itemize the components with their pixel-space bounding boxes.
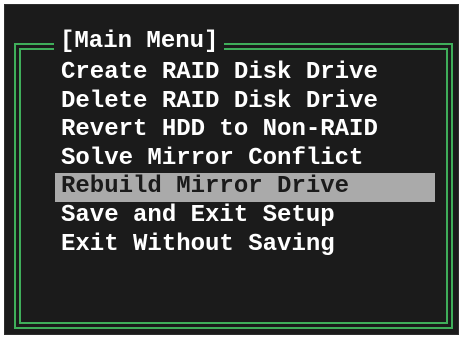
menu-item-solve-mirror-conflict[interactable]: Solve Mirror Conflict xyxy=(55,145,435,174)
menu-title: [Main Menu] xyxy=(54,25,225,59)
menu-item-exit-without-saving[interactable]: Exit Without Saving xyxy=(55,231,435,260)
menu-item-rebuild-mirror-drive[interactable]: Rebuild Mirror Drive xyxy=(55,173,435,202)
bios-screen: [Main Menu] Create RAID Disk Drive Delet… xyxy=(4,4,459,335)
main-menu-list: Create RAID Disk Drive Delete RAID Disk … xyxy=(55,59,435,259)
menu-item-delete-raid-disk-drive[interactable]: Delete RAID Disk Drive xyxy=(55,88,435,117)
menu-item-save-and-exit-setup[interactable]: Save and Exit Setup xyxy=(55,202,435,231)
menu-item-create-raid-disk-drive[interactable]: Create RAID Disk Drive xyxy=(55,59,435,88)
menu-item-revert-hdd-to-non-raid[interactable]: Revert HDD to Non-RAID xyxy=(55,116,435,145)
